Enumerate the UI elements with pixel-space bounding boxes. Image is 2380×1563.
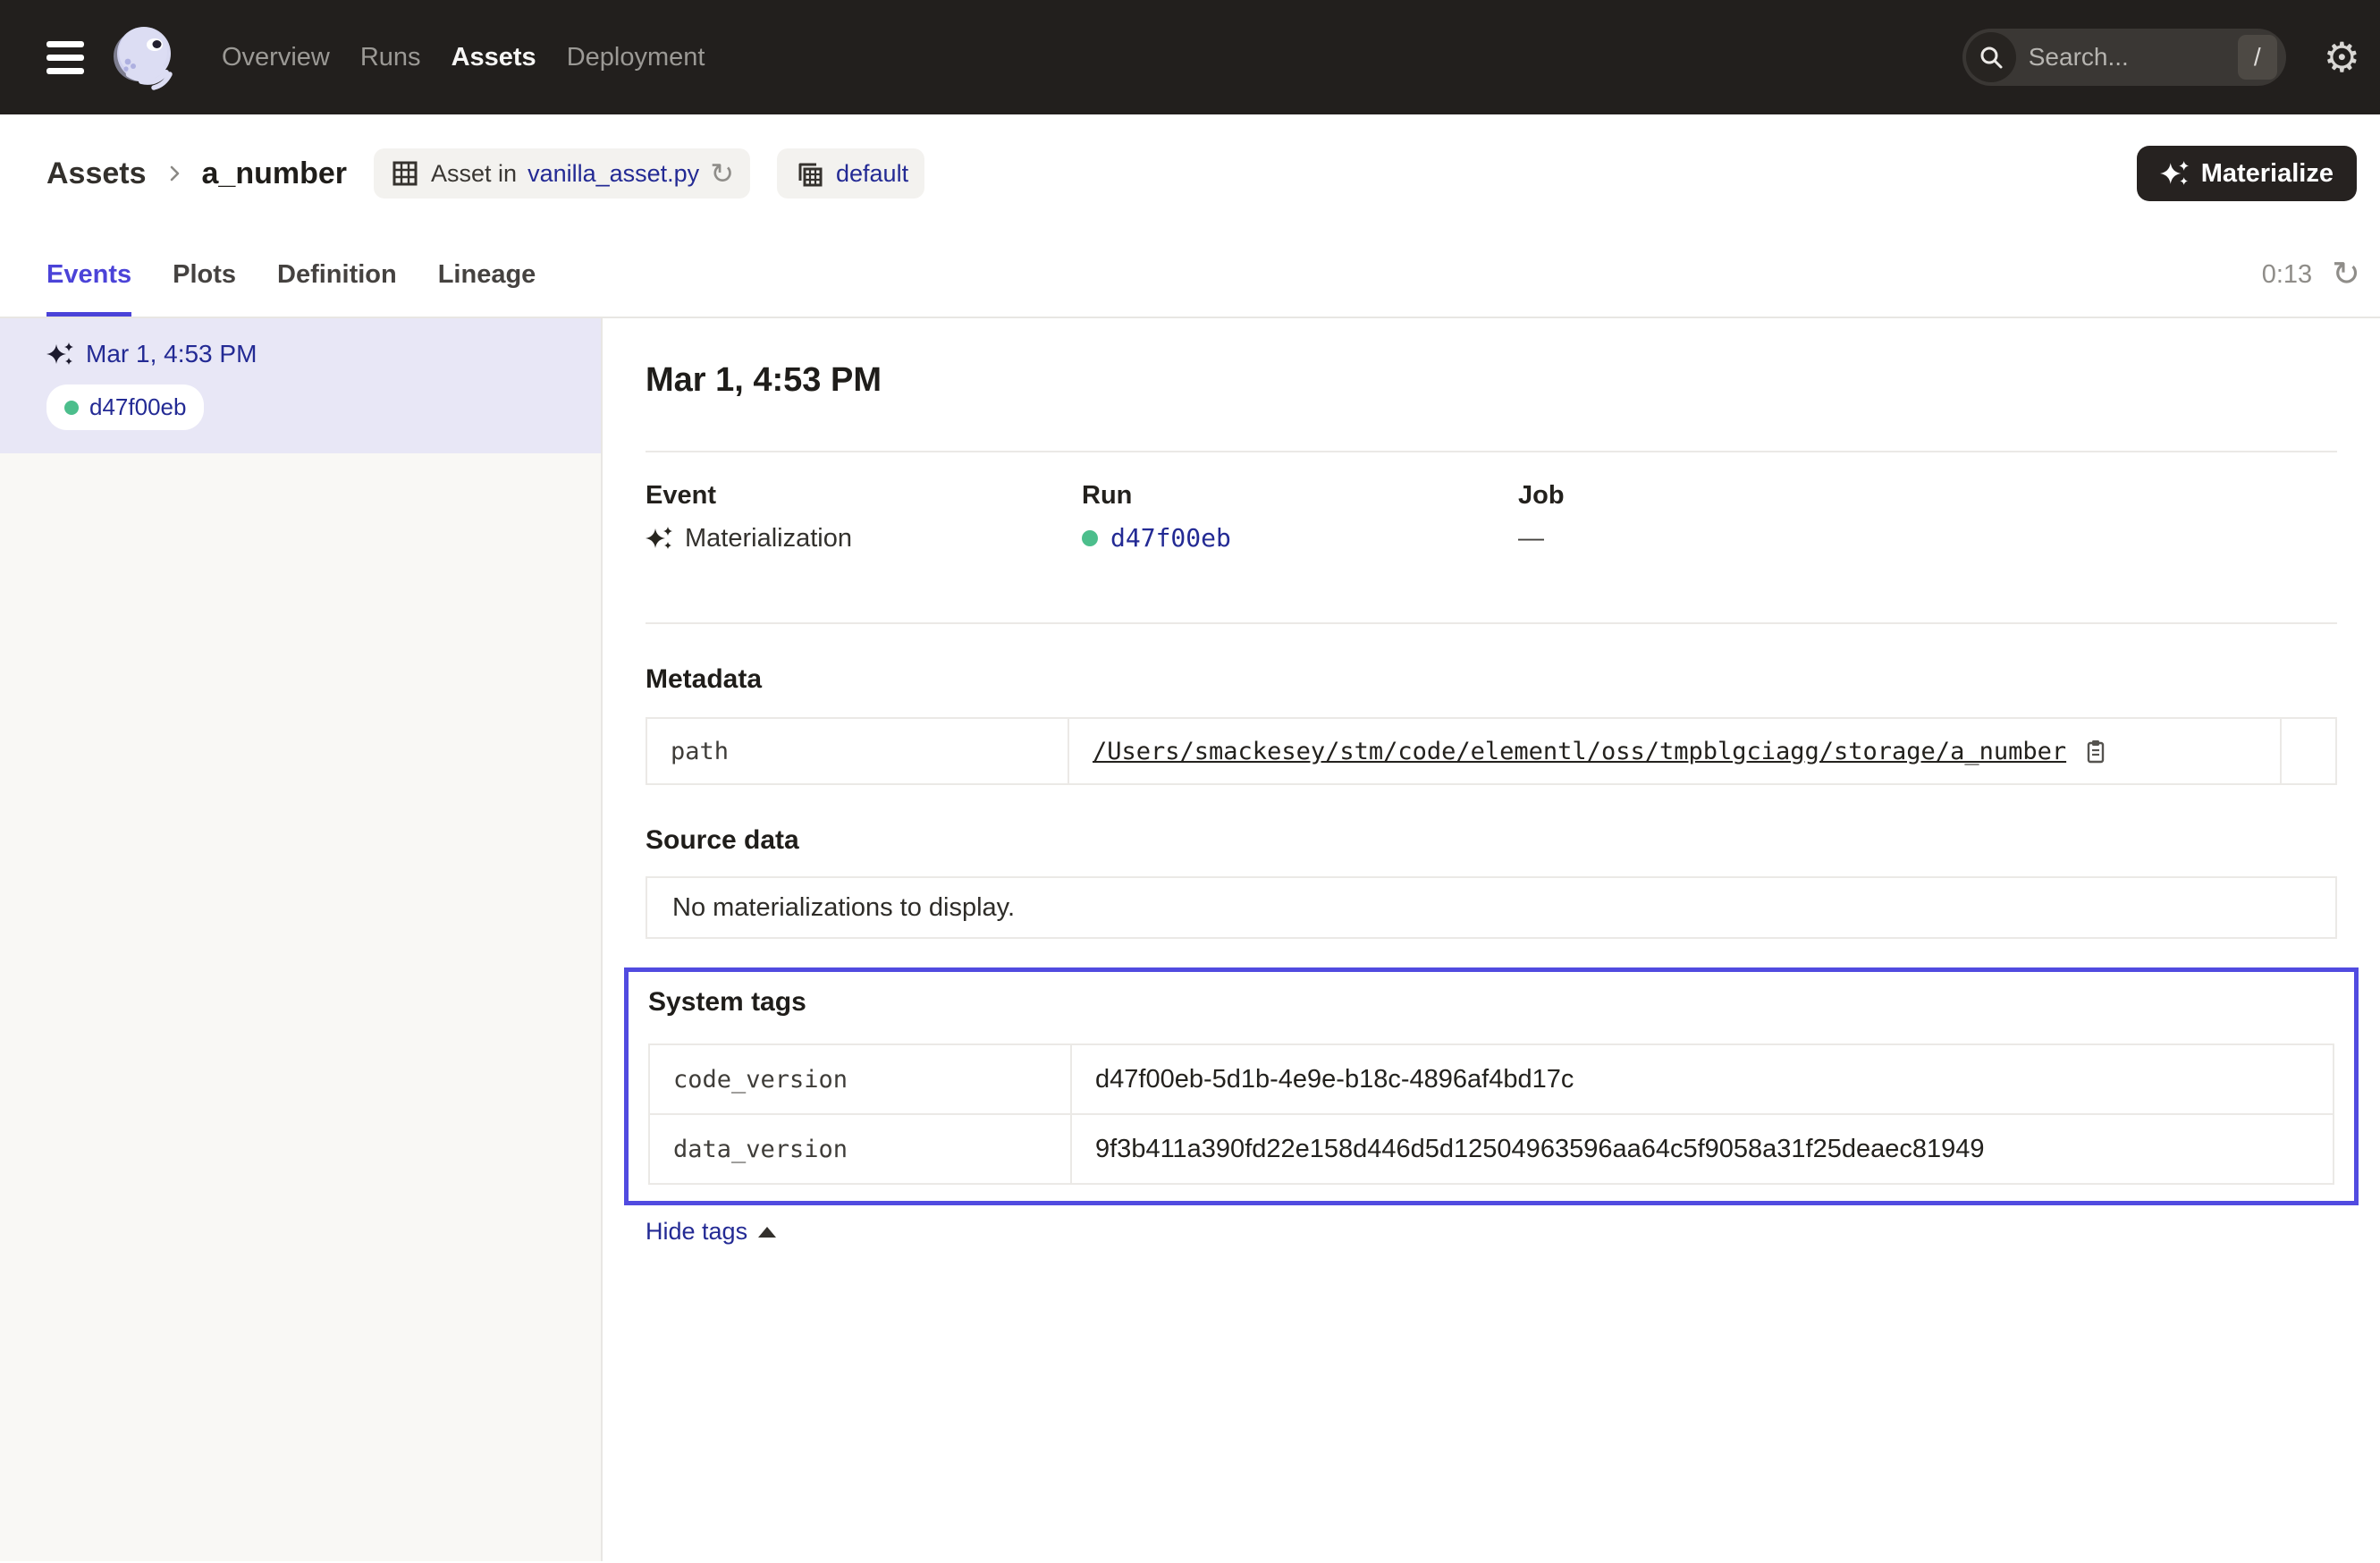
divider xyxy=(646,451,2337,452)
event-type-value: Materialization xyxy=(685,517,852,560)
materialization-sparkle-icon xyxy=(646,525,672,552)
run-tag[interactable]: d47f00eb xyxy=(46,384,204,430)
repository-name-link[interactable]: default xyxy=(836,160,908,188)
asset-tabs: Events Plots Definition Lineage 0:13 ↻ xyxy=(0,232,2380,318)
primary-nav: Overview Runs Assets Deployment xyxy=(222,0,705,114)
copy-icon[interactable] xyxy=(2082,738,2109,765)
hide-tags-link[interactable]: Hide tags xyxy=(646,1218,776,1246)
table-icon xyxy=(390,158,420,189)
tag-key: data_version xyxy=(650,1115,1070,1183)
system-tags-section-highlighted: System tags code_version d47f00eb-5d1b-4… xyxy=(624,967,2359,1205)
slash-shortcut-key: / xyxy=(2238,35,2277,80)
table-row: data_version 9f3b411a390fd22e158d446d5d1… xyxy=(650,1113,2333,1183)
repository-badge: default xyxy=(777,148,924,199)
event-list-item[interactable]: Mar 1, 4:53 PM d47f00eb xyxy=(0,318,601,453)
search-icon xyxy=(1966,32,2016,82)
nav-link-deployment[interactable]: Deployment xyxy=(567,0,705,114)
nav-link-overview[interactable]: Overview xyxy=(222,0,330,114)
top-nav: Overview Runs Assets Deployment / ⚙ xyxy=(0,0,2380,114)
nav-link-runs[interactable]: Runs xyxy=(360,0,421,114)
metadata-path-link[interactable]: /Users/smackesey/stm/code/elementl/oss/t… xyxy=(1093,738,2066,765)
metadata-table: path /Users/smackesey/stm/code/elementl/… xyxy=(646,717,2337,785)
dagster-logo-icon[interactable] xyxy=(111,22,181,92)
refresh-timer: 0:13 xyxy=(2262,260,2312,290)
search-input[interactable] xyxy=(2016,43,2238,72)
code-location-file-link[interactable]: vanilla_asset.py xyxy=(527,160,699,188)
run-status-dot-icon xyxy=(64,401,79,415)
event-timestamp: Mar 1, 4:53 PM xyxy=(86,340,257,368)
tag-value: 9f3b411a390fd22e158d446d5d12504963596aa6… xyxy=(1070,1115,2333,1183)
table-row: path /Users/smackesey/stm/code/elementl/… xyxy=(647,719,2335,783)
event-list-sidebar: Mar 1, 4:53 PM d47f00eb xyxy=(0,318,603,1561)
run-id-link[interactable]: d47f00eb xyxy=(1110,517,1231,560)
metadata-key: path xyxy=(647,719,1068,783)
hamburger-menu-icon[interactable] xyxy=(46,41,84,74)
run-status-dot-icon xyxy=(1082,530,1098,546)
tab-lineage[interactable]: Lineage xyxy=(438,232,536,317)
code-location-prefix: Asset in xyxy=(431,160,517,188)
divider xyxy=(646,622,2337,624)
asset-header: Assets a_number Asset in vanilla_asset.p… xyxy=(0,114,2380,232)
breadcrumb-asset-name: a_number xyxy=(202,156,348,191)
system-tags-table: code_version d47f00eb-5d1b-4e9e-b18c-489… xyxy=(648,1043,2334,1185)
system-tags-heading: System tags xyxy=(648,983,2334,1022)
gear-icon[interactable]: ⚙ xyxy=(2324,37,2360,78)
event-summary: Event Materialization Run d47f00eb xyxy=(646,474,2337,560)
event-detail-panel: Mar 1, 4:53 PM Event Materialization Run xyxy=(603,318,2380,1561)
run-column-label: Run xyxy=(1082,474,1518,517)
source-data-empty-state: No materializations to display. xyxy=(646,876,2337,939)
metadata-action-cell xyxy=(2280,719,2335,783)
materialize-button-label: Materialize xyxy=(2201,159,2334,189)
metadata-heading: Metadata xyxy=(646,660,2337,699)
repo-icon xyxy=(793,157,825,190)
run-tag-label: d47f00eb xyxy=(89,393,186,421)
job-value: — xyxy=(1518,517,1544,560)
tag-key: code_version xyxy=(650,1045,1070,1113)
event-title: Mar 1, 4:53 PM xyxy=(646,359,2337,401)
materialization-sparkle-icon xyxy=(46,341,73,368)
tag-value: d47f00eb-5d1b-4e9e-b18c-4896af4bd17c xyxy=(1070,1045,2333,1113)
job-column-label: Job xyxy=(1518,474,2337,517)
chevron-right-icon xyxy=(163,162,186,185)
nav-link-assets[interactable]: Assets xyxy=(452,0,536,114)
tab-events[interactable]: Events xyxy=(46,232,131,317)
event-column-label: Event xyxy=(646,474,1082,517)
code-location-badge: Asset in vanilla_asset.py ↻ xyxy=(374,148,750,199)
source-data-heading: Source data xyxy=(646,821,2337,860)
reload-code-location-icon[interactable]: ↻ xyxy=(710,159,734,188)
tab-plots[interactable]: Plots xyxy=(173,232,236,317)
table-row: code_version d47f00eb-5d1b-4e9e-b18c-489… xyxy=(650,1045,2333,1113)
refresh-icon[interactable]: ↻ xyxy=(2332,258,2360,291)
breadcrumb-assets-link[interactable]: Assets xyxy=(46,156,147,191)
hide-tags-label: Hide tags xyxy=(646,1218,747,1246)
materialize-button[interactable]: Materialize xyxy=(2137,146,2357,201)
sparkle-icon xyxy=(2160,159,2189,188)
refresh-controls: 0:13 ↻ xyxy=(2262,232,2360,317)
global-search[interactable]: / xyxy=(1962,29,2286,86)
caret-up-icon xyxy=(758,1227,776,1238)
content-area: Mar 1, 4:53 PM d47f00eb Mar 1, 4:53 PM E… xyxy=(0,318,2380,1561)
tab-definition[interactable]: Definition xyxy=(277,232,397,317)
